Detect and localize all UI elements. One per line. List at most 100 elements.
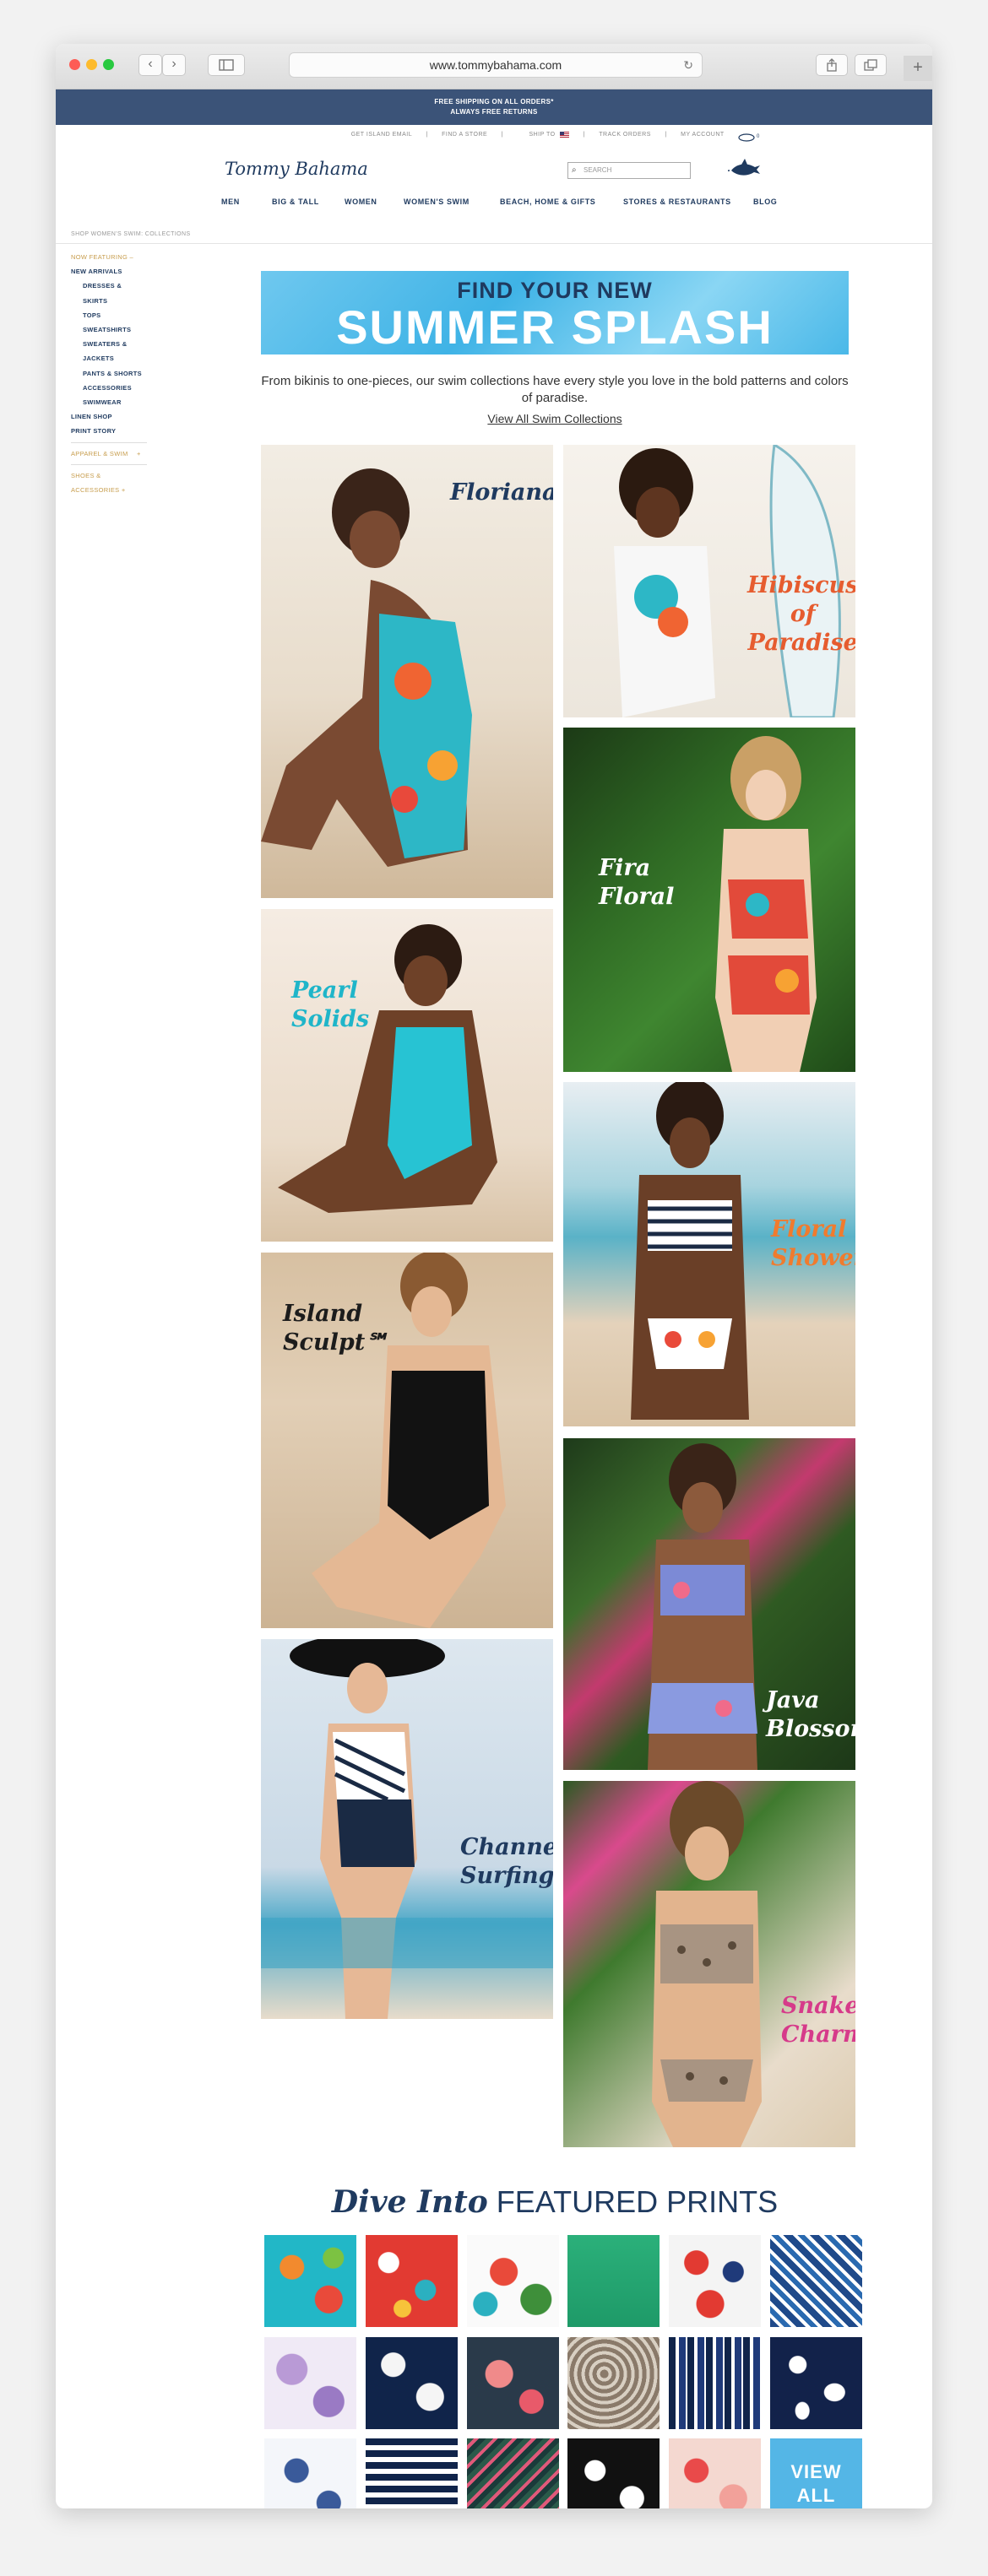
sidebar-item-pants-shorts[interactable]: PANTS & SHORTS <box>71 366 147 381</box>
search-input[interactable]: ⌕ SEARCH <box>567 162 691 179</box>
sidebar-item-dresses-skirts[interactable]: DRESSES & SKIRTS <box>71 279 147 307</box>
print-swatch[interactable] <box>567 2235 660 2327</box>
print-swatch[interactable] <box>366 2337 458 2429</box>
collection-label: Hibiscus of Paradise <box>747 572 855 656</box>
collection-tile-fira-floral[interactable]: Fira Floral <box>563 728 855 1072</box>
nav-beach-home-gifts[interactable]: BEACH, HOME & GIFTS <box>500 198 595 206</box>
bag-count: 0 <box>757 134 760 139</box>
model-photo <box>652 1781 762 2147</box>
hero-line-2: SUMMER SPLASH <box>336 300 774 354</box>
nav-blog[interactable]: BLOG <box>753 198 777 206</box>
address-bar[interactable]: www.tommybahama.com ↻ <box>289 52 703 78</box>
site-header: Tommy Bahama ⌕ SEARCH MEN BIG & TALL WOM… <box>56 145 932 206</box>
sidebar-item-now-featuring[interactable]: NOW FEATURING – <box>71 250 147 264</box>
print-swatch[interactable] <box>264 2438 356 2508</box>
nav-women[interactable]: WOMEN <box>345 198 377 206</box>
sidebar-label: NOW FEATURING <box>71 253 128 261</box>
browser-window: ‹ › www.tommybahama.com ↻ + FREE SHIPPIN… <box>56 44 932 2508</box>
print-swatch[interactable] <box>467 2438 559 2508</box>
print-swatch[interactable] <box>467 2235 559 2327</box>
collection-tile-java-blossom[interactable]: Java Blossom <box>563 1438 855 1770</box>
print-swatch[interactable] <box>770 2235 862 2327</box>
share-button[interactable] <box>816 54 848 76</box>
ship-to-link[interactable]: SHIP TO <box>517 131 571 138</box>
breadcrumb[interactable]: SHOP WOMEN'S SWIM: COLLECTIONS <box>71 231 191 237</box>
sidebar-toggle-button[interactable] <box>208 54 245 76</box>
reload-icon[interactable]: ↻ <box>683 53 693 77</box>
ship-to-label: SHIP TO <box>529 132 556 138</box>
utility-separator: | <box>426 132 428 138</box>
plus-icon: + <box>913 58 923 77</box>
find-store-link[interactable]: FIND A STORE <box>442 132 487 138</box>
nav-big-tall[interactable]: BIG & TALL <box>272 198 319 206</box>
back-button[interactable]: ‹ <box>138 54 162 76</box>
sidebar-item-shoes-accessories[interactable]: SHOES & ACCESSORIES + <box>71 463 147 497</box>
print-swatch[interactable] <box>669 2438 761 2508</box>
chevron-right-icon: › <box>171 57 176 71</box>
forward-button[interactable]: › <box>162 54 186 76</box>
zoom-window-button[interactable] <box>103 59 114 70</box>
my-account-link[interactable]: MY ACCOUNT <box>681 132 724 138</box>
search-placeholder: SEARCH <box>584 166 612 174</box>
close-window-button[interactable] <box>69 59 80 70</box>
nav-womens-swim[interactable]: WOMEN'S SWIM <box>404 198 470 206</box>
bag-icon <box>738 133 755 142</box>
marlin-icon[interactable] <box>728 157 762 181</box>
sidebar-item-accessories[interactable]: ACCESSORIES <box>71 381 147 395</box>
nav-stores-restaurants[interactable]: STORES & RESTAURANTS <box>623 198 731 206</box>
tabs-button[interactable] <box>855 54 887 76</box>
utility-separator: | <box>501 132 503 138</box>
collection-tile-floriana[interactable]: Floriana <box>261 445 553 898</box>
sidebar-item-linen-shop[interactable]: LINEN SHOP <box>71 409 147 424</box>
share-icon <box>827 58 837 72</box>
print-swatch[interactable] <box>467 2337 559 2429</box>
sidebar-item-apparel-swim[interactable]: APPAREL & SWIM + <box>71 441 147 461</box>
minimize-window-button[interactable] <box>86 59 97 70</box>
tommy-bahama-logo[interactable]: Tommy Bahama <box>225 159 368 179</box>
island-email-link[interactable]: GET ISLAND EMAIL <box>351 132 412 138</box>
sidebar-item-tops[interactable]: TOPS <box>71 308 147 322</box>
sidebar-item-sweaters-jackets[interactable]: SWEATERS & JACKETS <box>71 337 147 365</box>
shopping-bag-button[interactable]: 0 <box>738 127 759 142</box>
collection-label: Snake Charmer <box>781 1993 855 2048</box>
new-tab-button[interactable]: + <box>904 56 932 81</box>
sidebar-item-new-arrivals[interactable]: NEW ARRIVALS <box>71 264 147 279</box>
url-text: www.tommybahama.com <box>429 58 562 72</box>
us-flag-icon <box>560 131 570 138</box>
model-photo <box>278 924 497 1213</box>
track-orders-link[interactable]: TRACK ORDERS <box>599 132 651 138</box>
utility-links: GET ISLAND EMAIL | FIND A STORE | SHIP T… <box>56 125 932 145</box>
collection-tile-hibiscus-of-paradise[interactable]: Hibiscus of Paradise <box>563 445 855 717</box>
sidebar-item-print-story[interactable]: PRINT STORY <box>71 424 147 438</box>
print-swatch[interactable] <box>366 2235 458 2327</box>
collection-tile-pearl-solids[interactable]: Pearl Solids <box>261 909 553 1242</box>
print-swatch[interactable] <box>366 2438 458 2508</box>
print-swatch[interactable] <box>264 2235 356 2327</box>
divider <box>56 243 932 244</box>
collection-tile-island-sculpt[interactable]: Island Sculpt℠ <box>261 1253 553 1628</box>
view-all-swim-link[interactable]: View All Swim Collections <box>261 412 849 425</box>
print-swatch[interactable] <box>567 2438 660 2508</box>
print-swatch[interactable] <box>669 2235 761 2327</box>
sidebar-label: SHOES & ACCESSORIES <box>71 471 120 495</box>
print-swatch[interactable] <box>567 2337 660 2429</box>
print-swatch[interactable] <box>264 2337 356 2429</box>
view-all-prints-button[interactable]: VIEW ALL <box>770 2438 862 2508</box>
model-photo <box>261 468 472 867</box>
print-swatch[interactable] <box>669 2337 761 2429</box>
sidebar-icon <box>219 59 234 71</box>
plus-icon: + <box>136 449 141 457</box>
print-swatch[interactable] <box>770 2337 862 2429</box>
collection-tile-snake-charmer[interactable]: Snake Charmer <box>563 1781 855 2147</box>
sidebar-item-swimwear[interactable]: SWIMWEAR <box>71 395 147 409</box>
shipping-line-1: FREE SHIPPING ON ALL ORDERS* <box>434 98 554 106</box>
view-all-swim-label: View All Swim Collections <box>487 412 622 425</box>
collection-tile-channel-surfing[interactable]: Channel Surfing <box>261 1639 553 2019</box>
nav-men[interactable]: MEN <box>221 198 240 206</box>
summer-splash-banner[interactable]: FIND YOUR NEW SUMMER SPLASH <box>261 271 849 354</box>
sidebar-item-sweatshirts[interactable]: SWEATSHIRTS <box>71 322 147 337</box>
collection-tile-floral-showers[interactable]: Floral Showers <box>563 1082 855 1426</box>
shipping-banner[interactable]: FREE SHIPPING ON ALL ORDERS* ALWAYS FREE… <box>56 89 932 125</box>
model-photo <box>261 1639 553 2019</box>
sidebar-nav: NOW FEATURING – NEW ARRIVALS DRESSES & S… <box>71 250 147 497</box>
